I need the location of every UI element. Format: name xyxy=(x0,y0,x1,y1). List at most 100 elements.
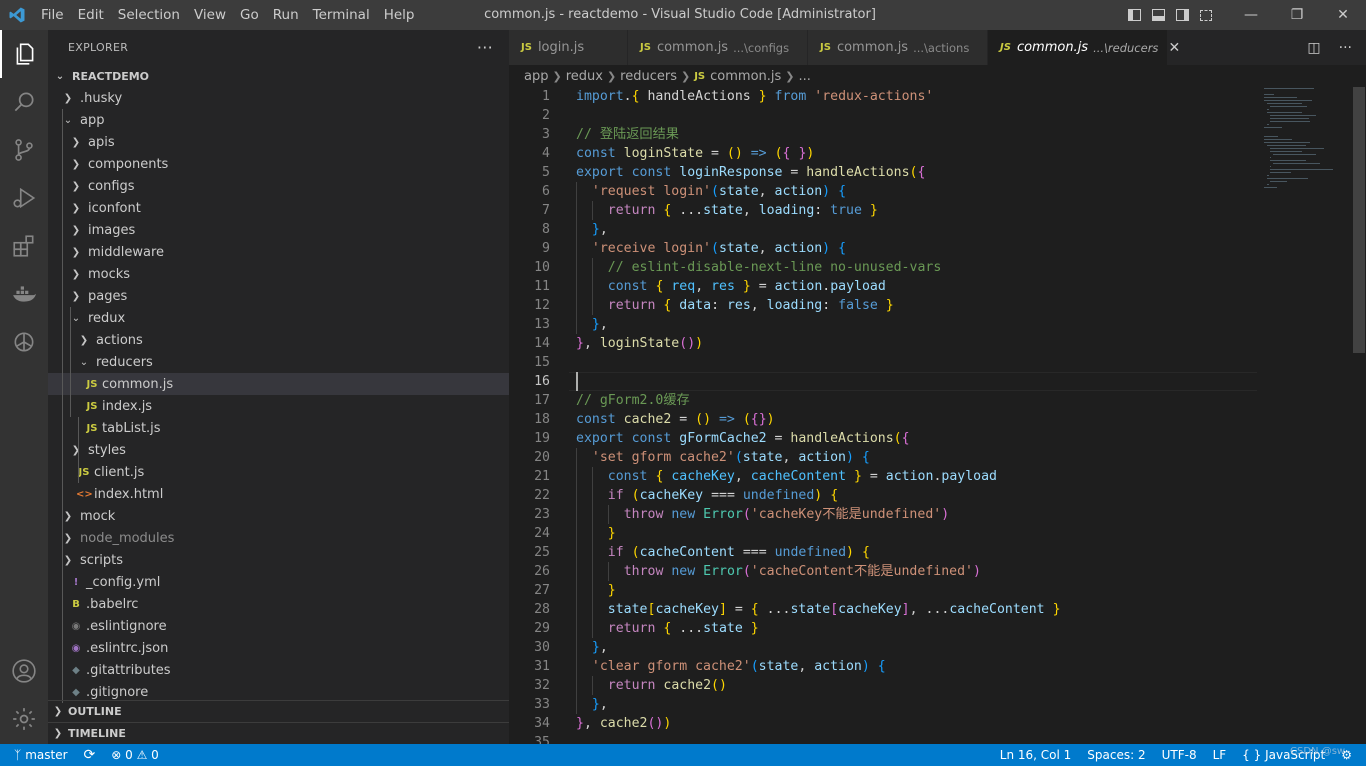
breadcrumb-symbol[interactable]: ... xyxy=(799,69,811,84)
openai-icon[interactable] xyxy=(0,318,48,366)
tree-folder[interactable]: ❯ iconfont xyxy=(48,197,509,219)
branch-indicator[interactable]: ᛉ master xyxy=(0,744,76,766)
tree-file[interactable]: ◆ .gitattributes xyxy=(48,659,509,681)
code-line: 15 xyxy=(509,353,1259,372)
more-actions-icon[interactable]: ··· xyxy=(1339,40,1352,56)
menu-selection[interactable]: Selection xyxy=(111,0,187,30)
menu-file[interactable]: File xyxy=(34,0,71,30)
line-ending[interactable]: LF xyxy=(1205,744,1235,766)
menu-help[interactable]: Help xyxy=(377,0,422,30)
tree-file[interactable]: ! _config.yml xyxy=(48,571,509,593)
token: ) xyxy=(766,412,775,427)
token: 'redux-actions' xyxy=(814,89,934,104)
sync-icon[interactable]: ⟳ xyxy=(76,744,104,766)
tree-folder[interactable]: ❯ scripts xyxy=(48,549,509,571)
breadcrumb-reducers[interactable]: reducers xyxy=(620,69,677,84)
encoding[interactable]: UTF-8 xyxy=(1154,744,1205,766)
scrollbar-thumb[interactable] xyxy=(1353,87,1365,353)
breadcrumb-app[interactable]: app xyxy=(524,69,548,84)
editor-tab[interactable]: JS common.js ...\configs xyxy=(628,30,808,65)
code-text: const { req, res } = action.payload xyxy=(608,277,886,296)
docker-icon[interactable] xyxy=(0,270,48,318)
indent-guide xyxy=(576,562,577,581)
tree-folder[interactable]: ❯ apis xyxy=(48,131,509,153)
menu-run[interactable]: Run xyxy=(266,0,306,30)
explorer-icon[interactable] xyxy=(0,30,48,78)
timeline-section[interactable]: ❯ TIMELINE xyxy=(48,722,509,744)
token: , xyxy=(583,336,600,351)
editor-tab[interactable]: JS common.js ...\reducers ✕ xyxy=(988,30,1180,65)
token: { xyxy=(861,450,870,465)
code-editor[interactable]: 1 import.{ handleActions } from 'redux-ac… xyxy=(509,87,1366,744)
search-icon[interactable] xyxy=(0,78,48,126)
tree-file[interactable]: B .babelrc xyxy=(48,593,509,615)
close-window-button[interactable]: ✕ xyxy=(1320,0,1366,30)
account-icon[interactable] xyxy=(0,647,48,695)
tree-folder[interactable]: ❯ pages xyxy=(48,285,509,307)
tree-folder[interactable]: ⌄ reducers xyxy=(48,351,509,373)
breadcrumb-redux[interactable]: redux xyxy=(566,69,603,84)
token: undefined xyxy=(774,545,847,560)
token: ) xyxy=(941,507,950,522)
more-actions-icon[interactable]: ··· xyxy=(477,38,493,57)
workspace-root[interactable]: ⌄ REACTDEMO xyxy=(48,65,509,87)
toggle-panel-icon[interactable] xyxy=(1146,0,1170,30)
tree-folder[interactable]: ❯ styles xyxy=(48,439,509,461)
split-editor-icon[interactable]: ◫ xyxy=(1307,40,1320,56)
settings-gear-icon[interactable] xyxy=(0,695,48,743)
tree-folder[interactable]: ❯ components xyxy=(48,153,509,175)
menu-view[interactable]: View xyxy=(187,0,233,30)
minimize-button[interactable]: — xyxy=(1228,0,1274,30)
editor-tab[interactable]: JS login.js xyxy=(509,30,628,65)
token: , xyxy=(798,659,815,674)
tree-file[interactable]: <> index.html xyxy=(48,483,509,505)
cursor-position[interactable]: Ln 16, Col 1 xyxy=(992,744,1080,766)
indentation[interactable]: Spaces: 2 xyxy=(1079,744,1153,766)
breadcrumb-file[interactable]: common.js xyxy=(710,69,781,84)
tree-folder[interactable]: ❯ configs xyxy=(48,175,509,197)
tree-folder[interactable]: ❯ mocks xyxy=(48,263,509,285)
menu-edit[interactable]: Edit xyxy=(71,0,111,30)
maximize-button[interactable]: ❐ xyxy=(1274,0,1320,30)
code-text: if (cacheContent === undefined) { xyxy=(608,543,870,562)
customize-layout-icon[interactable] xyxy=(1194,0,1218,30)
tree-folder[interactable]: ⌄ app xyxy=(48,109,509,131)
tree-folder[interactable]: ❯ actions xyxy=(48,329,509,351)
tree-file[interactable]: JS client.js xyxy=(48,461,509,483)
menu-terminal[interactable]: Terminal xyxy=(306,0,377,30)
git-file-icon: ◆ xyxy=(72,664,80,676)
toggle-sidebar-icon[interactable] xyxy=(1122,0,1146,30)
source-control-icon[interactable] xyxy=(0,126,48,174)
tree-file[interactable]: ◉ .eslintignore xyxy=(48,615,509,637)
line-number: 1 xyxy=(542,89,550,104)
tree-folder[interactable]: ❯ mock xyxy=(48,505,509,527)
token: = xyxy=(750,279,775,294)
close-tab-icon[interactable]: ✕ xyxy=(1168,40,1180,56)
tree-folder[interactable]: ❯ middleware xyxy=(48,241,509,263)
tree-item-label: apis xyxy=(88,134,115,150)
chevron-right-icon: ❯ xyxy=(71,158,81,170)
minimap[interactable] xyxy=(1256,87,1352,197)
outline-section[interactable]: ❯ OUTLINE xyxy=(48,700,509,722)
code-line: 9 'receive login'(state, action) { xyxy=(509,239,1259,258)
tree-file[interactable]: JS index.js xyxy=(48,395,509,417)
line-number: 19 xyxy=(534,431,550,446)
tree-folder[interactable]: ⌄ redux xyxy=(48,307,509,329)
minimap-line xyxy=(1267,124,1270,125)
editor-tab[interactable]: JS common.js ...\actions xyxy=(808,30,988,65)
tree-file[interactable]: JS tabList.js xyxy=(48,417,509,439)
tree-folder[interactable]: ❯ node_modules xyxy=(48,527,509,549)
run-debug-icon[interactable] xyxy=(0,174,48,222)
tree-folder[interactable]: ❯ images xyxy=(48,219,509,241)
menu-go[interactable]: Go xyxy=(233,0,266,30)
toggle-secondary-sidebar-icon[interactable] xyxy=(1170,0,1194,30)
problems-indicator[interactable]: ⊗ 0 ⚠ 0 xyxy=(103,744,167,766)
tree-file[interactable]: ◉ .eslintrc.json xyxy=(48,637,509,659)
token: // eslint-disable-next-line no-unused-va… xyxy=(607,260,942,275)
vscode-logo-icon[interactable] xyxy=(0,0,34,30)
extensions-icon[interactable] xyxy=(0,222,48,270)
tree-folder[interactable]: ❯ .husky xyxy=(48,87,509,109)
tree-file[interactable]: JS common.js xyxy=(48,373,509,395)
